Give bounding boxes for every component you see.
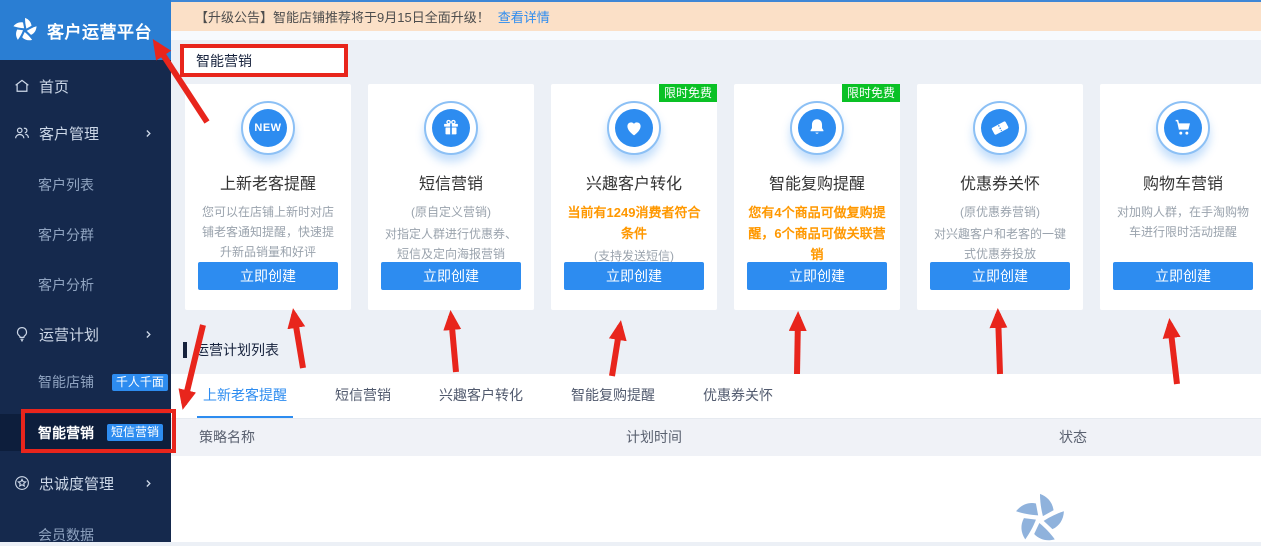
sidebar-item-home[interactable]: 首页: [0, 70, 171, 102]
sidebar-item-label: 智能营销: [38, 423, 94, 443]
tab-repurchase-reminder[interactable]: 智能复购提醒: [565, 374, 661, 418]
card-cart-marketing: 购物车营销 对加购人群，在手淘购物车进行限时活动提醒 立即创建: [1100, 84, 1261, 310]
users-icon: [13, 124, 31, 142]
bell-icon: [790, 101, 844, 155]
sidebar-item-label: 首页: [39, 76, 69, 97]
card-new-arrival-reminder: NEW 上新老客提醒 您可以在店铺上新时对店铺老客通知提醒，快速提升新品销量和好…: [185, 84, 351, 310]
create-now-button[interactable]: 立即创建: [1113, 262, 1253, 290]
card-highlight: 您有4个商品可做复购提醒，6个商品可做关联营销: [746, 202, 888, 265]
ticket-icon: [973, 101, 1027, 155]
sidebar-item-label: 客户分析: [38, 277, 94, 293]
card-highlight: 当前有1249消费者符合条件: [563, 202, 705, 244]
section-accent-bar: [183, 342, 187, 358]
sidebar-item-label: 忠诚度管理: [39, 473, 114, 494]
sidebar-item-label: 客户分群: [38, 227, 94, 243]
sidebar: 客户运营平台 首页 客户管理 客户列表 客户分群 客户分析 运营计划 智能店铺 …: [0, 0, 171, 542]
create-now-button[interactable]: 立即创建: [930, 262, 1070, 290]
pinwheel-logo-icon: [11, 16, 39, 44]
section-title: 运营计划列表: [195, 340, 279, 360]
create-now-button[interactable]: 立即创建: [381, 262, 521, 290]
sidebar-item-label: 会员数据: [38, 527, 94, 543]
column-status: 状态: [1059, 419, 1087, 456]
card-title: 上新老客提醒: [185, 170, 351, 194]
sidebar-item-customer-management[interactable]: 客户管理: [0, 117, 171, 149]
chevron-right-icon: [142, 477, 155, 490]
card-title: 智能复购提醒: [734, 170, 900, 194]
card-title: 优惠券关怀: [917, 170, 1083, 194]
card-description: 您可以在店铺上新时对店铺老客通知提醒，快速提升新品销量和好评: [197, 202, 339, 262]
card-description: 对兴趣客户和老客的一键式优惠券投放: [929, 224, 1071, 264]
plan-tabs: 上新老客提醒 短信营销 兴趣客户转化 智能复购提醒 优惠券关怀: [171, 374, 1261, 419]
sidebar-item-loyalty-management[interactable]: 忠诚度管理: [0, 467, 171, 499]
sidebar-item-badge: 千人千面: [112, 374, 168, 391]
card-title: 兴趣客户转化: [551, 170, 717, 194]
new-badge-icon: NEW: [241, 101, 295, 155]
home-icon: [13, 77, 31, 95]
card-description: 对加购人群，在手淘购物车进行限时活动提醒: [1112, 202, 1254, 242]
heart-icon: [607, 101, 661, 155]
notice-text: 【升级公告】智能店铺推荐将于9月15日全面升级！: [195, 7, 490, 26]
column-plan-time: 计划时间: [626, 419, 682, 456]
sidebar-item-label: 智能店铺: [38, 374, 94, 390]
tab-sms-marketing[interactable]: 短信营销: [329, 374, 397, 418]
column-strategy-name: 策略名称: [199, 419, 255, 456]
sidebar-item-label: 客户管理: [39, 123, 99, 144]
card-subtitle: (原优惠券营销): [929, 202, 1071, 222]
chevron-right-icon: [142, 328, 155, 341]
sidebar-item-operation-plan[interactable]: 运营计划: [0, 318, 171, 350]
create-now-button[interactable]: 立即创建: [747, 262, 887, 290]
sidebar-item-label: 客户列表: [38, 177, 94, 193]
sidebar-item-customer-analysis[interactable]: 客户分析: [38, 274, 94, 296]
sidebar-item-customer-groups[interactable]: 客户分群: [38, 224, 94, 246]
create-now-button[interactable]: 立即创建: [564, 262, 704, 290]
sidebar-item-member-data[interactable]: 会员数据: [38, 524, 94, 546]
card-repurchase-reminder: 限时免费 智能复购提醒 您有4个商品可做复购提醒，6个商品可做关联营销 立即创建: [734, 84, 900, 310]
card-coupon-care: 优惠券关怀 (原优惠券营销) 对兴趣客户和老客的一键式优惠券投放 立即创建: [917, 84, 1083, 310]
star-circle-icon: [13, 474, 31, 492]
new-badge-text: NEW: [254, 122, 281, 134]
plan-list-panel: 上新老客提醒 短信营销 兴趣客户转化 智能复购提醒 优惠券关怀 策略名称 计划时…: [171, 374, 1261, 542]
tab-coupon-care[interactable]: 优惠券关怀: [697, 374, 779, 418]
gift-icon: [424, 101, 478, 155]
page-title-annotation-box: 智能营销: [180, 44, 348, 77]
card-description: 对指定人群进行优惠券、短信及定向海报营销: [380, 224, 522, 264]
bulb-icon: [13, 325, 31, 343]
card-subtitle: (原自定义营销): [380, 202, 522, 222]
cart-icon: [1156, 101, 1210, 155]
card-title: 购物车营销: [1100, 170, 1261, 194]
sidebar-item-smart-shop[interactable]: 智能店铺 千人千面: [38, 371, 168, 393]
sidebar-item-customer-list[interactable]: 客户列表: [38, 174, 94, 196]
app-title: 客户运营平台: [47, 18, 152, 43]
plan-list-section-header: 运营计划列表: [183, 340, 279, 360]
sidebar-item-smart-marketing[interactable]: 智能营销 短信营销: [0, 414, 171, 451]
upgrade-notice-bar: 【升级公告】智能店铺推荐将于9月15日全面升级！ 查看详情: [171, 0, 1261, 31]
app-logo-header: 客户运营平台: [0, 0, 171, 60]
card-title: 短信营销: [368, 170, 534, 194]
sidebar-item-label: 运营计划: [39, 324, 99, 345]
tab-interest-customer-conversion[interactable]: 兴趣客户转化: [433, 374, 529, 418]
marketing-cards-row: NEW 上新老客提醒 您可以在店铺上新时对店铺老客通知提醒，快速提升新品销量和好…: [185, 84, 1261, 310]
page-title: 智能营销: [196, 51, 252, 71]
card-interest-customer-conversion: 限时免费 兴趣客户转化 当前有1249消费者符合条件 (支持发送短信) 立即创建: [551, 84, 717, 310]
chevron-right-icon: [142, 127, 155, 140]
sidebar-item-badge: 短信营销: [107, 424, 163, 441]
free-ribbon: 限时免费: [842, 84, 900, 102]
plan-table-header: 策略名称 计划时间 状态: [171, 419, 1261, 456]
card-sms-marketing: 短信营销 (原自定义营销) 对指定人群进行优惠券、短信及定向海报营销 立即创建: [368, 84, 534, 310]
main-content: 【升级公告】智能店铺推荐将于9月15日全面升级！ 查看详情 智能营销 NEW 上…: [171, 0, 1261, 542]
loading-spinner: [1011, 490, 1069, 542]
tab-new-arrival-reminder[interactable]: 上新老客提醒: [197, 374, 293, 418]
notice-bottom-strip: [171, 31, 1261, 40]
free-ribbon: 限时免费: [659, 84, 717, 102]
notice-detail-link[interactable]: 查看详情: [498, 7, 550, 26]
create-now-button[interactable]: 立即创建: [198, 262, 338, 290]
